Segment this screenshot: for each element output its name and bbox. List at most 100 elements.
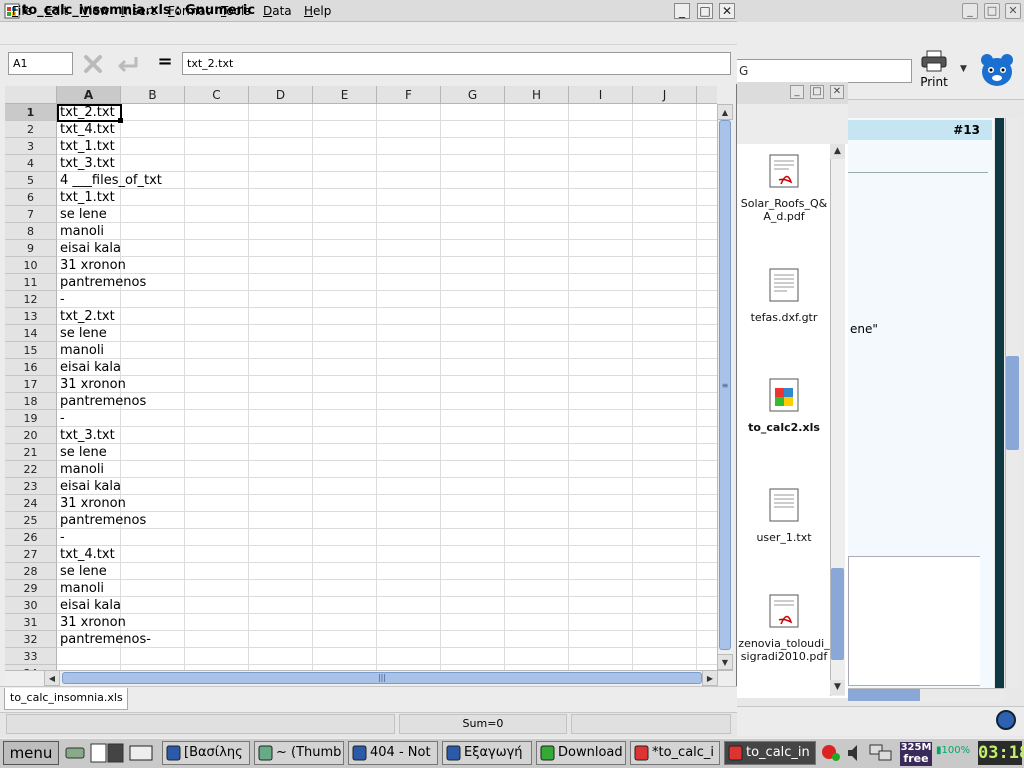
column-header-a[interactable]: A: [57, 86, 121, 104]
row-header[interactable]: 3: [5, 138, 57, 155]
row-header[interactable]: 30: [5, 597, 57, 614]
row-header[interactable]: 31: [5, 614, 57, 631]
cell-a[interactable]: -: [60, 529, 65, 546]
row-header[interactable]: 19: [5, 410, 57, 427]
column-header-b[interactable]: B: [121, 86, 185, 104]
row-header[interactable]: 29: [5, 580, 57, 597]
cell-a[interactable]: txt_1.txt: [60, 189, 115, 206]
browser-close-button[interactable]: ✕: [1005, 3, 1021, 19]
row-header[interactable]: 18: [5, 393, 57, 410]
row-header[interactable]: 4: [5, 155, 57, 172]
cell-a[interactable]: eisai kala: [60, 240, 121, 257]
cell-reference-input[interactable]: A1: [8, 52, 73, 75]
row-header[interactable]: 9: [5, 240, 57, 257]
cell-a[interactable]: pantremenos: [60, 393, 146, 410]
file-item-solar-roofs[interactable]: Solar_Roofs_Q&A_d.pdf: [738, 154, 830, 223]
column-header-e[interactable]: E: [313, 86, 377, 104]
volume-icon[interactable]: [846, 742, 864, 764]
vertical-scroll-thumb[interactable]: ≡: [719, 120, 731, 650]
cell-a[interactable]: se lene: [60, 325, 107, 342]
row-header[interactable]: 17: [5, 376, 57, 393]
fm-close-button[interactable]: ✕: [830, 85, 844, 99]
scroll-left-button[interactable]: ◀: [44, 670, 60, 686]
cell-a[interactable]: txt_3.txt: [60, 155, 115, 172]
browser-minimize-button[interactable]: _: [962, 3, 978, 19]
row-header[interactable]: 7: [5, 206, 57, 223]
row-header[interactable]: 15: [5, 342, 57, 359]
clock[interactable]: 03:18: [978, 741, 1024, 765]
row-header[interactable]: 1: [5, 104, 57, 121]
taskbar-button[interactable]: *to_calc_i: [630, 741, 720, 765]
taskbar-button[interactable]: to_calc_in: [724, 741, 816, 765]
menu-help[interactable]: Help: [304, 4, 331, 18]
accept-edit-icon[interactable]: [114, 53, 140, 75]
taskbar-button[interactable]: Download: [536, 741, 626, 765]
column-header-i[interactable]: I: [569, 86, 633, 104]
cell-a[interactable]: txt_2.txt: [60, 308, 115, 325]
browser-vertical-scroll-thumb[interactable]: [1006, 356, 1019, 450]
row-header[interactable]: 24: [5, 495, 57, 512]
row-header[interactable]: 16: [5, 359, 57, 376]
start-menu-button[interactable]: menu: [3, 741, 59, 765]
row-header[interactable]: 27: [5, 546, 57, 563]
taskbar-button[interactable]: ~ (Thumb: [254, 741, 344, 765]
cell-a[interactable]: pantremenos-: [60, 631, 151, 648]
cell-a[interactable]: 31 xronon: [60, 257, 126, 274]
row-header[interactable]: 12: [5, 291, 57, 308]
workspace-switcher-icon[interactable]: [90, 743, 124, 763]
cell-a[interactable]: manoli: [60, 342, 104, 359]
row-header[interactable]: 22: [5, 461, 57, 478]
browser-maximize-button[interactable]: □: [984, 3, 1000, 19]
column-header-h[interactable]: H: [505, 86, 569, 104]
row-header[interactable]: 6: [5, 189, 57, 206]
menu-insert[interactable]: Insert: [121, 4, 155, 18]
browser-horizontal-scroll-thumb[interactable]: [848, 689, 920, 701]
column-header-f[interactable]: F: [377, 86, 441, 104]
fm-scroll-thumb[interactable]: [831, 568, 844, 660]
column-header-g[interactable]: G: [441, 86, 505, 104]
row-header[interactable]: 10: [5, 257, 57, 274]
fm-scroll-up-button[interactable]: ▲: [830, 144, 845, 159]
cell-a[interactable]: 31 xronon: [60, 376, 126, 393]
menu-file[interactable]: File: [12, 4, 32, 18]
column-header-c[interactable]: C: [185, 86, 249, 104]
minimize-button[interactable]: _: [674, 3, 690, 19]
sheet-tab[interactable]: to_calc_insomnia.xls: [4, 688, 128, 710]
scroll-up-button[interactable]: ▲: [717, 104, 733, 120]
row-header[interactable]: 2: [5, 121, 57, 138]
column-header-partial[interactable]: [697, 86, 717, 104]
row-header[interactable]: 25: [5, 512, 57, 529]
formula-input[interactable]: txt_2.txt: [182, 52, 731, 75]
scroll-down-button[interactable]: ▼: [717, 654, 733, 670]
row-header[interactable]: 23: [5, 478, 57, 495]
cell-a[interactable]: eisai kala: [60, 478, 121, 495]
row-header[interactable]: 32: [5, 631, 57, 648]
print-dropdown-icon[interactable]: ▼: [960, 64, 967, 74]
window-list-icon[interactable]: [128, 743, 154, 763]
menu-view[interactable]: View: [81, 4, 109, 18]
taskbar-button[interactable]: 404 - Not: [348, 741, 438, 765]
menu-tools[interactable]: Tools: [221, 4, 251, 18]
file-item-tefas[interactable]: tefas.dxf.gtr: [738, 268, 830, 324]
row-header[interactable]: 26: [5, 529, 57, 546]
cell-a[interactable]: 4 ___files_of_txt: [60, 172, 162, 189]
cell-a[interactable]: txt_4.txt: [60, 546, 115, 563]
cell-a[interactable]: manoli: [60, 580, 104, 597]
cell-a[interactable]: manoli: [60, 223, 104, 240]
print-button[interactable]: Print: [914, 48, 954, 92]
enter-formula-button[interactable]: =: [154, 52, 176, 74]
horizontal-scroll-thumb[interactable]: |||: [62, 672, 702, 684]
notification-icon[interactable]: [820, 742, 842, 764]
cell-a[interactable]: manoli: [60, 461, 104, 478]
cell-a[interactable]: pantremenos: [60, 274, 146, 291]
menu-data[interactable]: Data: [263, 4, 292, 18]
fill-handle[interactable]: [118, 118, 123, 123]
row-header[interactable]: 11: [5, 274, 57, 291]
cell-a[interactable]: 31 xronon: [60, 495, 126, 512]
column-header-d[interactable]: D: [249, 86, 313, 104]
cell-a[interactable]: -: [60, 291, 65, 308]
taskbar-button[interactable]: [Βασίλης: [162, 741, 250, 765]
scroll-right-button[interactable]: ▶: [702, 670, 718, 686]
file-item-zenovia[interactable]: zenovia_toloudi_sigradi2010.pdf: [738, 594, 830, 663]
row-header[interactable]: 33: [5, 648, 57, 665]
